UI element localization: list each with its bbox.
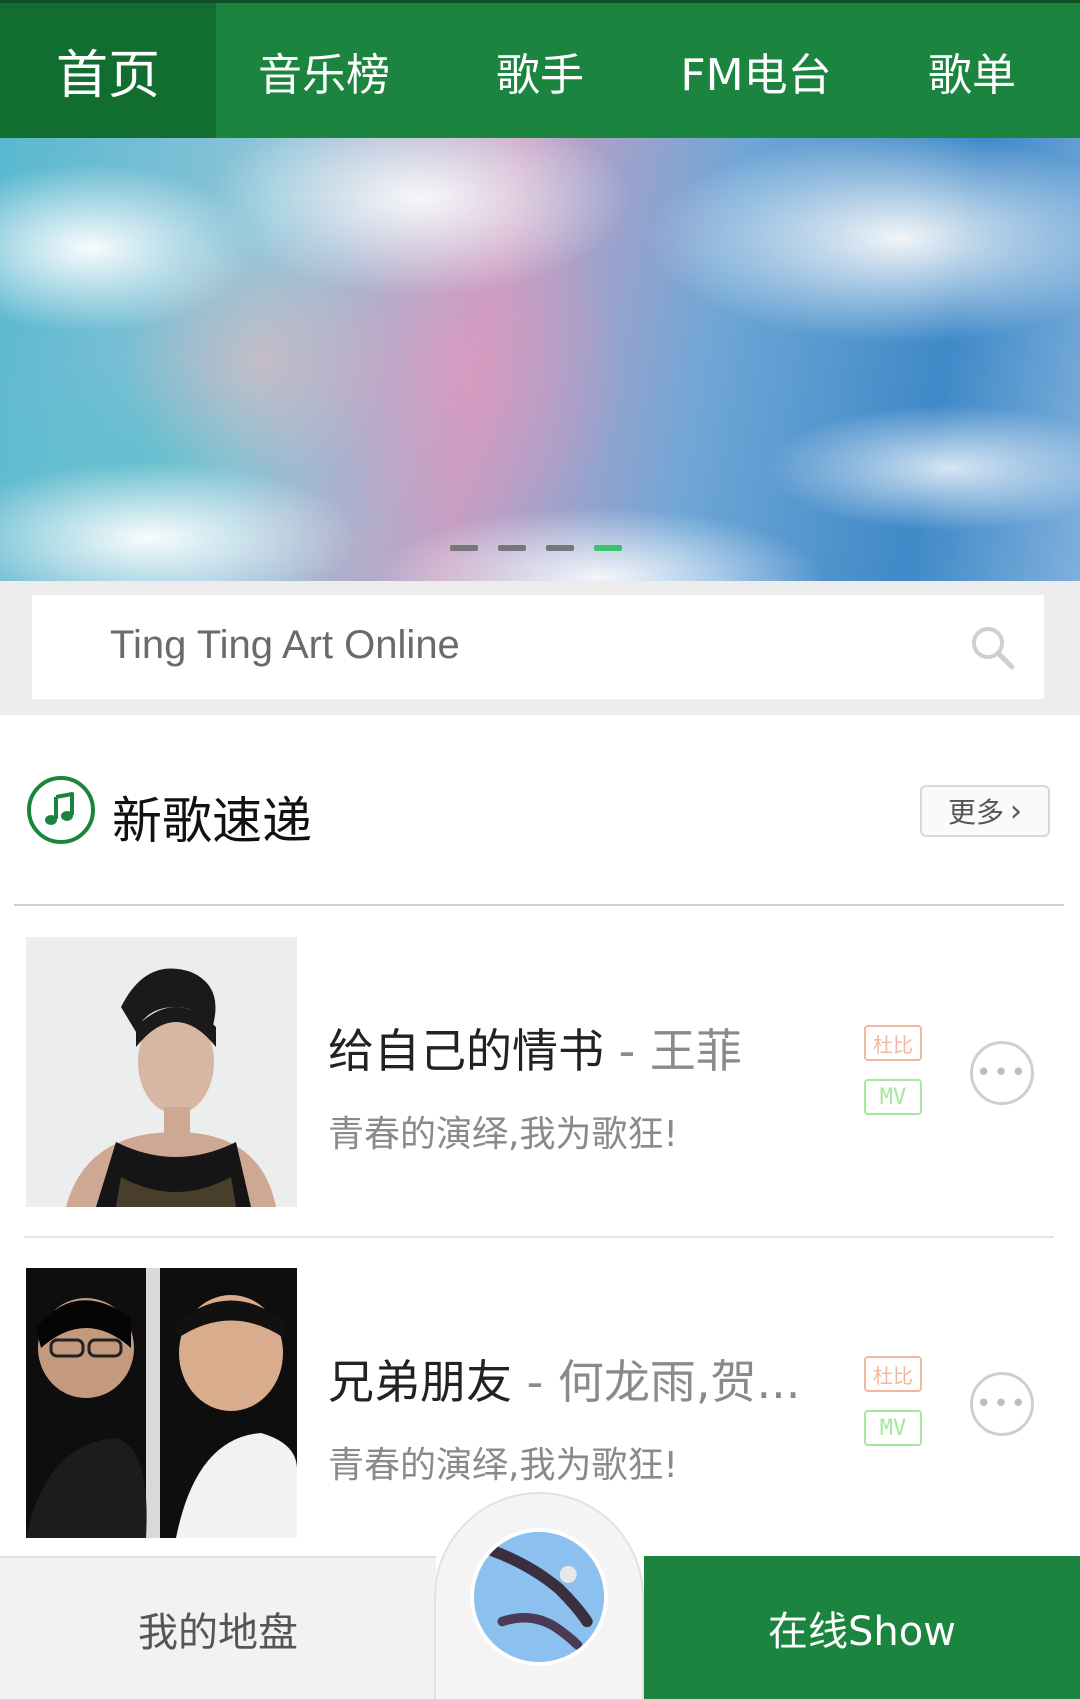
app-screen: 首页 音乐榜 歌手 FM电台 歌单 Ting Ting Art Online 新… (0, 0, 1080, 1699)
song-title: 给自己的情书 (328, 1024, 604, 1078)
more-button[interactable]: 更多 › (920, 785, 1050, 837)
album-cover[interactable] (26, 937, 297, 1207)
carousel-dot[interactable] (498, 545, 526, 551)
song-description: 青春的演绎,我为歌狂! (328, 1445, 678, 1486)
album-cover[interactable] (26, 1268, 297, 1538)
dolby-badge: 杜比 (864, 1025, 922, 1061)
tab-music-charts[interactable]: 音乐榜 (216, 3, 432, 138)
song-list-item[interactable]: 给自己的情书 - 王菲 青春的演绎,我为歌狂! 杜比 MV ••• (0, 937, 1080, 1237)
song-description: 青春的演绎,我为歌狂! (328, 1114, 678, 1155)
music-note-icon (27, 776, 95, 844)
banner-carousel[interactable] (0, 138, 1080, 581)
tab-playlists[interactable]: 歌单 (864, 3, 1080, 138)
my-space-button[interactable]: 我的地盘 (0, 1556, 436, 1699)
song-artist: 王菲 (649, 1024, 742, 1078)
song-title-line: 兄弟朋友 - 何龙雨,贺... (328, 1346, 798, 1412)
title-separator: - (604, 1024, 650, 1078)
new-songs-header: 新歌速递 更多 › (0, 735, 1080, 905)
online-show-button[interactable]: 在线Show (644, 1556, 1080, 1699)
search-placeholder: Ting Ting Art Online (110, 623, 460, 667)
song-artist: 何龙雨,贺... (557, 1355, 798, 1409)
search-bar: Ting Ting Art Online (0, 581, 1080, 715)
song-title: 兄弟朋友 (328, 1355, 512, 1409)
carousel-dot[interactable] (546, 545, 574, 551)
section-divider (14, 904, 1064, 906)
row-divider (24, 1236, 1054, 1238)
search-icon[interactable] (968, 623, 1016, 671)
tab-home[interactable]: 首页 (0, 3, 216, 138)
mv-badge[interactable]: MV (864, 1410, 922, 1446)
more-options-icon[interactable]: ••• (970, 1041, 1034, 1105)
more-options-icon[interactable]: ••• (970, 1372, 1034, 1436)
mv-badge[interactable]: MV (864, 1079, 922, 1115)
carousel-dot-active[interactable] (594, 545, 622, 551)
search-input[interactable]: Ting Ting Art Online (32, 595, 1044, 699)
song-title-line: 给自己的情书 - 王菲 (328, 1015, 798, 1081)
carousel-dot[interactable] (450, 545, 478, 551)
more-label: 更多 (947, 796, 1004, 829)
top-nav: 首页 音乐榜 歌手 FM电台 歌单 (0, 0, 1080, 138)
now-playing-disc[interactable] (470, 1528, 608, 1666)
section-title: 新歌速递 (112, 792, 312, 850)
title-separator: - (512, 1355, 558, 1409)
tab-singers[interactable]: 歌手 (432, 3, 648, 138)
tab-fm-radio[interactable]: FM电台 (648, 3, 864, 138)
dolby-badge: 杜比 (864, 1356, 922, 1392)
chevron-right-icon: › (1010, 793, 1022, 829)
carousel-indicator (450, 545, 622, 551)
